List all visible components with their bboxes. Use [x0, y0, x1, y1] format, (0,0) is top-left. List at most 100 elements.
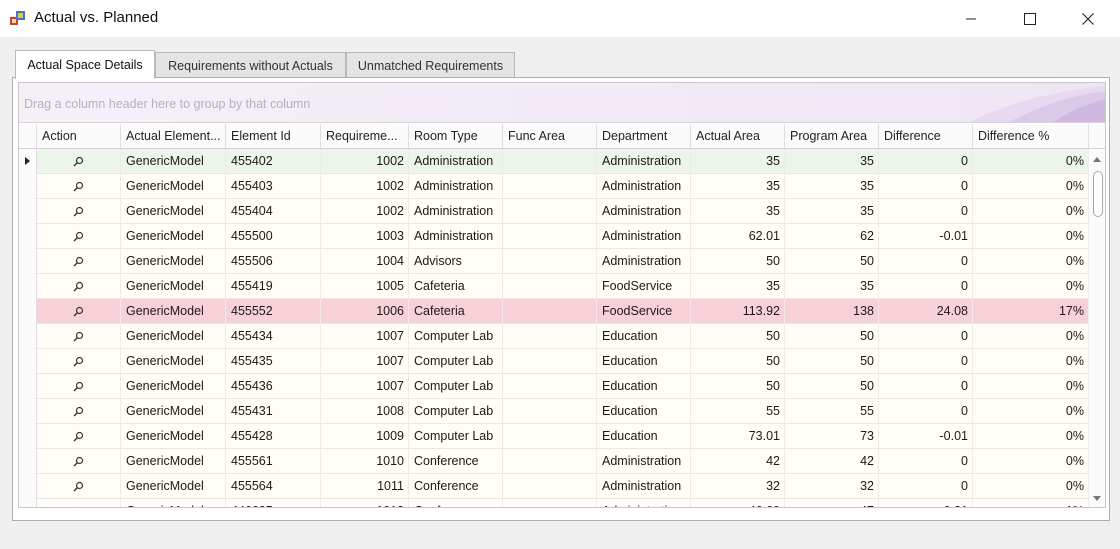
search-icon[interactable] [73, 256, 84, 267]
search-icon[interactable] [73, 331, 84, 342]
cell-requirement[interactable]: 1008 [321, 399, 409, 424]
cell-room-type[interactable]: Conference [409, 499, 503, 507]
cell-actual-area[interactable]: 42 [691, 449, 785, 474]
column-header-func-area[interactable]: Func Area [503, 124, 597, 149]
scroll-down-arrow-icon[interactable] [1093, 496, 1101, 501]
cell-department[interactable]: Administration [597, 499, 691, 507]
row-indicator[interactable] [19, 224, 37, 249]
row-indicator[interactable] [19, 424, 37, 449]
table-row[interactable]: GenericModel 455428 1009 Computer Lab Educat… [19, 424, 1089, 449]
cell-requirement[interactable]: 1002 [321, 174, 409, 199]
cell-func-area[interactable] [503, 324, 597, 349]
row-indicator[interactable] [19, 449, 37, 474]
row-indicator[interactable] [19, 274, 37, 299]
cell-difference[interactable]: 0 [879, 274, 973, 299]
cell-department[interactable]: Administration [597, 224, 691, 249]
cell-difference-pct[interactable]: 0% [973, 424, 1089, 449]
table-row[interactable]: GenericModel 455436 1007 Computer Lab Educat… [19, 374, 1089, 399]
action-cell[interactable] [37, 199, 121, 224]
cell-requirement[interactable]: 1007 [321, 324, 409, 349]
row-indicator[interactable] [19, 324, 37, 349]
cell-department[interactable]: Education [597, 424, 691, 449]
cell-room-type[interactable]: Cafeteria [409, 274, 503, 299]
cell-element-id[interactable]: 455564 [226, 474, 321, 499]
cell-difference-pct[interactable]: 0% [973, 324, 1089, 349]
cell-element-id[interactable]: 455403 [226, 174, 321, 199]
cell-department[interactable]: Administration [597, 249, 691, 274]
column-header-action[interactable]: Action [37, 124, 121, 149]
cell-difference[interactable]: 0 [879, 449, 973, 474]
row-indicator[interactable] [19, 174, 37, 199]
cell-program-area[interactable]: 35 [785, 174, 879, 199]
cell-room-type[interactable]: Computer Lab [409, 424, 503, 449]
cell-difference-pct[interactable]: 0% [973, 399, 1089, 424]
table-row[interactable]: GenericModel 455561 1010 Conference Administ… [19, 449, 1089, 474]
column-header-difference-pct[interactable]: Difference % [973, 124, 1089, 149]
column-header-program-area[interactable]: Program Area [785, 124, 879, 149]
cell-room-type[interactable]: Computer Lab [409, 349, 503, 374]
cell-program-area[interactable]: 35 [785, 199, 879, 224]
cell-func-area[interactable] [503, 249, 597, 274]
search-icon[interactable] [73, 506, 84, 508]
cell-difference[interactable]: 0 [879, 149, 973, 174]
cell-difference[interactable]: 0 [879, 474, 973, 499]
cell-department[interactable]: Education [597, 349, 691, 374]
action-cell[interactable] [37, 349, 121, 374]
cell-element-id[interactable]: 455434 [226, 324, 321, 349]
cell-difference-pct[interactable]: 17% [973, 299, 1089, 324]
group-by-panel[interactable]: Drag a column header here to group by th… [19, 83, 1105, 123]
table-row[interactable]: GenericModel 455564 1011 Conference Administ… [19, 474, 1089, 499]
cell-actual-area[interactable]: 50 [691, 249, 785, 274]
cell-element-id[interactable]: 455552 [226, 299, 321, 324]
cell-difference[interactable]: 24.08 [879, 299, 973, 324]
cell-element-id[interactable]: 455506 [226, 249, 321, 274]
cell-program-area[interactable]: 62 [785, 224, 879, 249]
cell-department[interactable]: Administration [597, 449, 691, 474]
cell-actual-area[interactable]: 32 [691, 474, 785, 499]
search-icon[interactable] [73, 431, 84, 442]
cell-element[interactable]: GenericModel [121, 324, 226, 349]
cell-element-id[interactable]: 446635 [226, 499, 321, 507]
cell-difference-pct[interactable]: 0% [973, 224, 1089, 249]
cell-element[interactable]: GenericModel [121, 199, 226, 224]
action-cell[interactable] [37, 149, 121, 174]
table-row[interactable]: GenericModel 455431 1008 Computer Lab Educat… [19, 399, 1089, 424]
row-indicator[interactable] [19, 374, 37, 399]
table-row[interactable]: GenericModel4466351012Conference Administ… [19, 499, 1089, 508]
cell-element[interactable]: GenericModel [121, 474, 226, 499]
tab-unmatched-requirements[interactable]: Unmatched Requirements [346, 52, 515, 78]
cell-element[interactable]: GenericModel [121, 299, 226, 324]
cell-requirement[interactable]: 1002 [321, 149, 409, 174]
cell-element-id[interactable]: 455500 [226, 224, 321, 249]
cell-difference-pct[interactable]: 0% [973, 249, 1089, 274]
cell-room-type[interactable]: Administration [409, 174, 503, 199]
cell-actual-area[interactable]: 50 [691, 349, 785, 374]
cell-difference-pct[interactable]: 0% [973, 374, 1089, 399]
vertical-scrollbar[interactable] [1089, 149, 1105, 507]
cell-requirement[interactable]: 1003 [321, 224, 409, 249]
search-icon[interactable] [73, 456, 84, 467]
row-indicator[interactable] [19, 249, 37, 274]
cell-func-area[interactable] [503, 149, 597, 174]
row-indicator[interactable] [19, 299, 37, 324]
cell-department[interactable]: Administration [597, 149, 691, 174]
cell-element-id[interactable]: 455561 [226, 449, 321, 474]
cell-program-area[interactable]: 35 [785, 274, 879, 299]
cell-element[interactable]: GenericModel [121, 374, 226, 399]
cell-room-type[interactable]: Advisors [409, 249, 503, 274]
column-header-element-id[interactable]: Element Id [226, 124, 321, 149]
cell-func-area[interactable] [503, 349, 597, 374]
cell-program-area[interactable]: 32 [785, 474, 879, 499]
maximize-button[interactable] [1002, 0, 1058, 37]
cell-actual-area[interactable]: 62.01 [691, 224, 785, 249]
cell-room-type[interactable]: Computer Lab [409, 399, 503, 424]
cell-actual-area[interactable]: 50 [691, 374, 785, 399]
action-cell[interactable] [37, 499, 121, 508]
cell-room-type[interactable]: Conference [409, 449, 503, 474]
cell-room-type[interactable]: Conference [409, 474, 503, 499]
cell-department[interactable]: Education [597, 324, 691, 349]
cell-difference[interactable]: 0 [879, 174, 973, 199]
scroll-thumb[interactable] [1093, 171, 1103, 217]
cell-func-area[interactable] [503, 474, 597, 499]
cell-requirement[interactable]: 1010 [321, 449, 409, 474]
